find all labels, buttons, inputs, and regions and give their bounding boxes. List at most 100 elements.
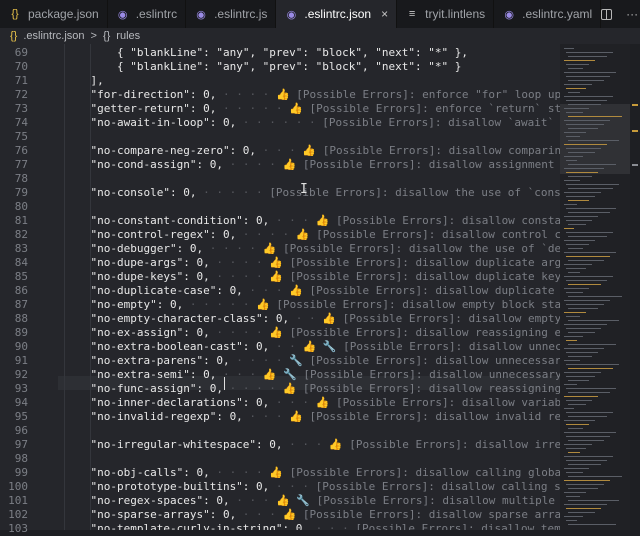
scrollbar-marker bbox=[632, 164, 638, 166]
line-number-gutter: 69 70 71 72 73 74 75 76 77 78 79 80 81 82 83 84 85 86 87 88… bbox=[0, 44, 50, 535]
minimap-line bbox=[564, 192, 601, 193]
tab-label: package.json bbox=[28, 7, 99, 21]
minimap[interactable] bbox=[560, 44, 630, 530]
code-line: "no-control-regex": 0, · · · · 👍 [Possib… bbox=[64, 228, 560, 242]
rule-badge-icon: 👍 bbox=[289, 102, 310, 115]
rule-badge-icon: 👍 bbox=[269, 270, 290, 283]
line-number: 83 bbox=[14, 242, 28, 255]
line-number: 77 bbox=[14, 158, 28, 171]
line-number: 85 bbox=[14, 270, 28, 283]
tab-1[interactable]: ◉ .eslintrc bbox=[108, 0, 187, 28]
code-line: "no-empty-character-class": 0, · · 👍 [Po… bbox=[64, 312, 560, 326]
minimap-line bbox=[566, 280, 607, 281]
minimap-line bbox=[564, 396, 598, 397]
lint-annotation: [Possible Errors]: disallow irregular wh… bbox=[349, 438, 560, 451]
minimap-line bbox=[568, 476, 622, 477]
code-token: "no-await-in-loop": 0, bbox=[64, 116, 237, 129]
tab-4[interactable]: ≡ tryit.lintlens bbox=[397, 0, 495, 28]
line-number: 74 bbox=[14, 116, 28, 129]
tab-0[interactable]: {} package.json bbox=[0, 0, 108, 28]
line-number: 69 bbox=[14, 46, 28, 59]
tab-bar: {} package.json ◉ .eslintrc ◉ .eslintrc.js ◉ .e… bbox=[0, 0, 640, 29]
code-line: "no-empty": 0, · · · · · 👍 [Possible Err… bbox=[64, 298, 560, 312]
rule-badge-icon: 👍 bbox=[328, 438, 350, 451]
breadcrumb-symbol[interactable]: rules bbox=[116, 30, 140, 42]
line-number: 91 bbox=[14, 354, 28, 367]
line-number: 102 bbox=[8, 508, 28, 521]
minimap-line bbox=[568, 176, 592, 177]
minimap-line bbox=[566, 496, 580, 497]
minimap-line bbox=[566, 52, 613, 53]
code-content[interactable]: { "blankLine": "any", "prev": "block", "… bbox=[64, 44, 560, 530]
minimap-line bbox=[566, 328, 601, 329]
minimap-line bbox=[566, 376, 595, 377]
code-line: "no-dupe-args": 0, · · · · 👍 [Possible E… bbox=[64, 256, 560, 270]
code-token: · · · · · bbox=[216, 102, 290, 115]
close-icon[interactable]: × bbox=[381, 7, 388, 21]
minimap-line bbox=[564, 504, 607, 505]
lint-annotation: [Possible Errors]: disallow multiple spa… bbox=[316, 494, 555, 507]
minimap-line bbox=[564, 384, 577, 385]
breadcrumb: {} .eslintrc.json > {} rules bbox=[0, 28, 640, 44]
code-token: "no-ex-assign": 0, bbox=[64, 326, 210, 339]
code-token: "blankLine": "any", "prev": "block", "ne… bbox=[123, 46, 468, 59]
json-file-icon: {} bbox=[10, 30, 18, 42]
minimap-line bbox=[564, 48, 574, 49]
tab-2[interactable]: ◉ .eslintrc.js bbox=[186, 0, 277, 28]
code-token: · · · · bbox=[203, 242, 263, 255]
code-token: "no-duplicate-case": 0, bbox=[64, 284, 243, 297]
code-token: "no-debugger": 0, bbox=[64, 242, 204, 255]
line-number: 82 bbox=[14, 228, 28, 241]
code-token: { bbox=[64, 46, 124, 59]
lint-annotation: [Possible Errors]: disallow template lit… bbox=[355, 522, 560, 530]
minimap-line bbox=[568, 128, 598, 129]
line-number: 88 bbox=[14, 312, 28, 325]
lint-annotation: [Possible Errors]: disallow calling some… bbox=[315, 480, 560, 493]
split-editor-icon[interactable] bbox=[601, 8, 613, 20]
code-token: "no-dupe-keys": 0, bbox=[64, 270, 210, 283]
minimap-line bbox=[568, 428, 583, 429]
code-line: "no-cond-assign": 0, · · · · 👍 [Possible… bbox=[64, 158, 560, 172]
minimap-line bbox=[566, 520, 577, 521]
code-token: "no-template-curly-in-string": 0, bbox=[64, 522, 310, 530]
vertical-scrollbar[interactable] bbox=[630, 44, 640, 530]
tab-5[interactable]: ◉ .eslintrc.yaml bbox=[494, 0, 602, 28]
code-token: · · · bbox=[309, 522, 356, 530]
code-token: "no-empty": 0, bbox=[64, 298, 184, 311]
minimap-line bbox=[568, 332, 595, 333]
line-number: 96 bbox=[14, 424, 28, 437]
lint-annotation: [Possible Errors]: disallow `await` insi… bbox=[322, 116, 555, 129]
code-token: "no-invalid-regexp": 0, bbox=[64, 410, 243, 423]
code-token: · · · bbox=[236, 508, 283, 521]
minimap-line bbox=[568, 488, 598, 489]
minimap-line bbox=[568, 116, 622, 117]
minimap-line bbox=[568, 308, 598, 309]
minimap-line bbox=[568, 188, 613, 189]
rule-badge-icon: 👍 bbox=[269, 326, 290, 339]
breadcrumb-file[interactable]: .eslintrc.json bbox=[23, 30, 84, 42]
more-actions-icon[interactable]: ··· bbox=[626, 7, 638, 21]
code-line: "no-debugger": 0, · · · · 👍 [Possible Er… bbox=[64, 242, 560, 256]
minimap-line bbox=[568, 416, 607, 417]
code-token: · · · · bbox=[229, 354, 290, 367]
minimap-line bbox=[568, 320, 619, 321]
minimap-line bbox=[566, 232, 613, 233]
minimap-line bbox=[568, 368, 613, 369]
rule-badge-icon: 👍 bbox=[289, 410, 310, 423]
code-token: · · · bbox=[269, 214, 316, 227]
code-token: "no-dupe-args": 0, bbox=[64, 256, 210, 269]
code-token: · · · · · bbox=[183, 298, 257, 311]
minimap-line bbox=[566, 100, 607, 101]
rule-badge-icon: 👍 bbox=[289, 284, 310, 297]
line-number: 97 bbox=[14, 438, 28, 451]
minimap-line bbox=[568, 80, 604, 81]
line-number: 79 bbox=[14, 186, 28, 199]
code-token: · · · · bbox=[236, 228, 296, 241]
code-editor[interactable]: 69 70 71 72 73 74 75 76 77 78 79 80 81 82 83 84 85 86 87 88… bbox=[0, 44, 640, 535]
rule-badge-icon: 👍 bbox=[315, 214, 336, 227]
minimap-line bbox=[566, 64, 589, 65]
minimap-line bbox=[568, 452, 580, 453]
line-number: 98 bbox=[14, 452, 28, 465]
code-token: "no-extra-parens": 0, bbox=[64, 354, 230, 367]
tab-3[interactable]: ◉ .eslintrc.json × bbox=[276, 0, 398, 28]
